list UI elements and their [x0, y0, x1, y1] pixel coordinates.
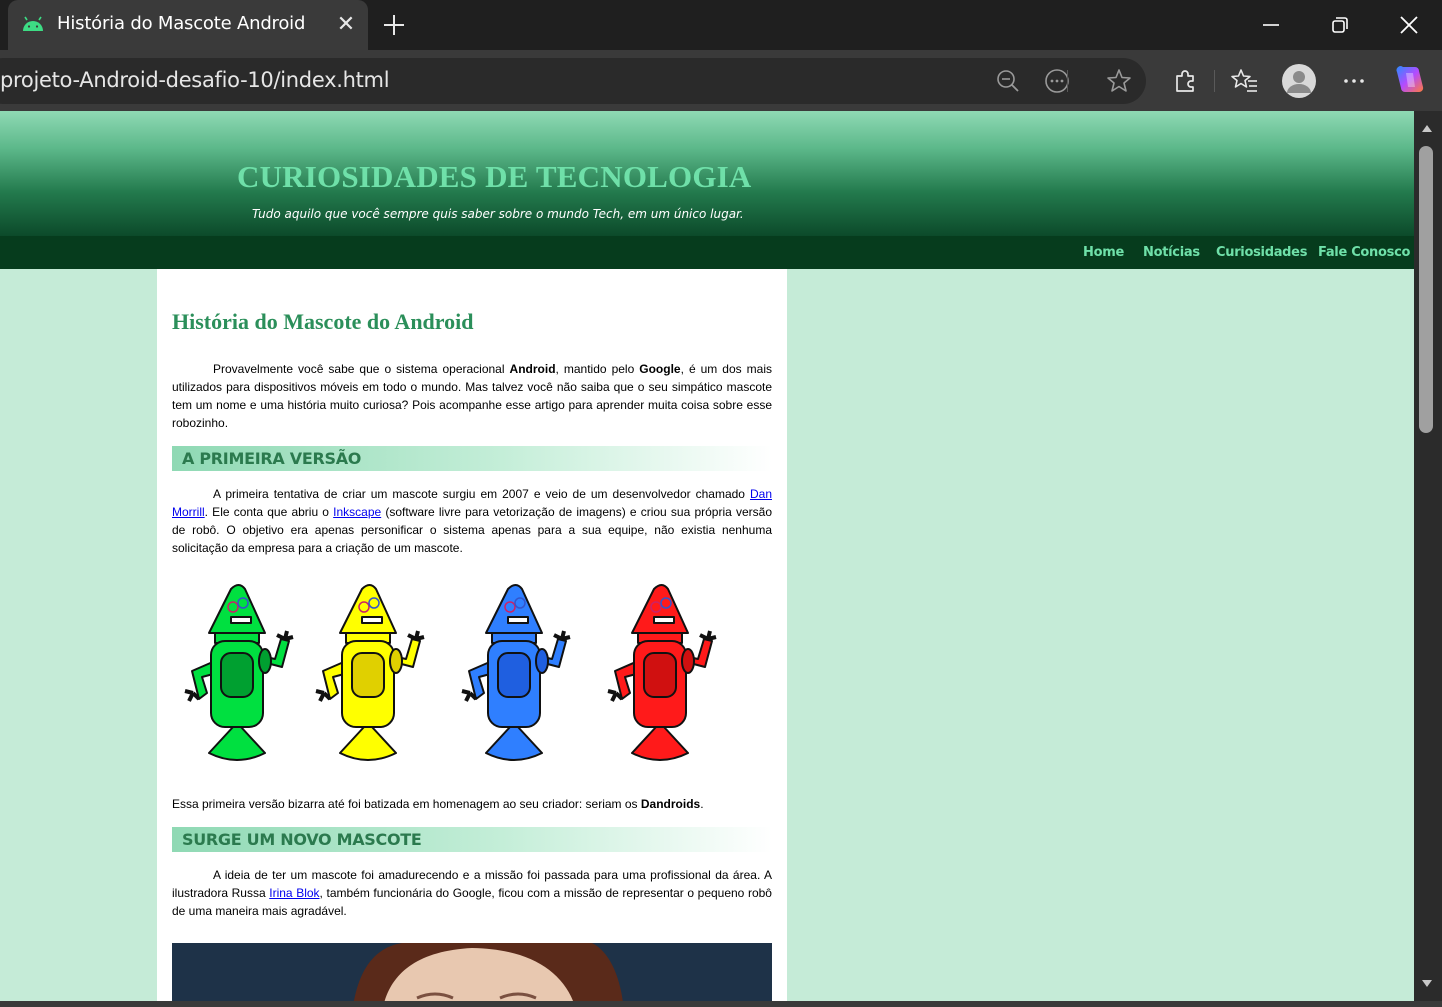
- dandroids-image: [184, 584, 717, 761]
- url-text[interactable]: projeto-Android-desafio-10/index.html: [0, 68, 390, 92]
- scroll-up-arrow-icon[interactable]: [1421, 123, 1433, 133]
- intro-bold-android: Android: [509, 362, 556, 376]
- intro-text: Provavelmente você sabe que o sistema op…: [213, 362, 510, 376]
- tab-title: História do Mascote Android: [57, 13, 306, 34]
- caption-text: Essa primeira versão bizarra até foi bat…: [172, 797, 641, 811]
- caption-bold-dandroids: Dandroids: [640, 797, 701, 811]
- nav-home[interactable]: Home: [1083, 245, 1124, 260]
- browser-toolbar: projeto-Android-desafio-10/index.html: [0, 50, 1442, 111]
- dandroid-robot: [315, 584, 425, 761]
- scrollbar-thumb[interactable]: [1419, 146, 1433, 433]
- section1-text: . Ele conta que abriu o: [204, 505, 334, 519]
- restore-icon[interactable]: [1325, 10, 1355, 40]
- new-tab-icon[interactable]: [379, 10, 409, 40]
- close-tab-icon[interactable]: ✕: [333, 12, 359, 38]
- dandroid-robot: [184, 584, 294, 761]
- profile-avatar-icon[interactable]: [1281, 63, 1317, 99]
- site-header: CURIOSIDADES DE TECNOLOGIA Tudo aquilo q…: [0, 111, 1414, 236]
- browser-titlebar: História do Mascote Android ✕: [0, 0, 1442, 50]
- page-viewport: CURIOSIDADES DE TECNOLOGIA Tudo aquilo q…: [0, 111, 1414, 1001]
- caption-text: .: [700, 797, 704, 811]
- copilot-icon[interactable]: [1393, 63, 1427, 97]
- minimize-icon[interactable]: [1256, 10, 1286, 40]
- link-inkscape[interactable]: Inkscape: [333, 505, 381, 519]
- nav-curiosidades[interactable]: Curiosidades: [1216, 245, 1307, 260]
- android-icon: [23, 16, 43, 31]
- page-scrollbar[interactable]: [1414, 111, 1442, 1001]
- extensions-icon[interactable]: [1170, 66, 1200, 96]
- settings-more-icon[interactable]: [1339, 66, 1369, 96]
- dandroid-robot: [607, 584, 717, 761]
- article-title: História do Mascote do Android: [172, 309, 474, 334]
- link-irina-blok[interactable]: Irina Blok: [269, 886, 319, 900]
- irina-blok-photo: [172, 943, 772, 1001]
- window-bottom-edge: [0, 1001, 1442, 1007]
- toolbar-separator: [1214, 70, 1215, 92]
- section1-paragraph: A primeira tentativa de criar um mascote…: [172, 485, 772, 557]
- favorites-list-icon[interactable]: [1230, 66, 1260, 96]
- intro-bold-google: Google: [639, 362, 681, 376]
- omnibox-separator: [1067, 70, 1068, 92]
- intro-text: , mantido pelo: [555, 362, 640, 376]
- section2-paragraph: A ideia de ter um mascote foi amadurecen…: [172, 866, 772, 920]
- intro-paragraph: Provavelmente você sabe que o sistema op…: [172, 360, 772, 432]
- dandroids-caption: Essa primeira versão bizarra até foi bat…: [172, 795, 772, 813]
- close-window-icon[interactable]: [1394, 10, 1424, 40]
- zoom-out-icon[interactable]: [994, 67, 1022, 95]
- site-nav: Home Notícias Curiosidades Fale Conosco: [0, 236, 1414, 269]
- section-heading-novo-mascote: SURGE UM NOVO MASCOTE: [172, 827, 772, 852]
- browser-tab[interactable]: História do Mascote Android ✕: [8, 0, 368, 50]
- favorite-star-icon[interactable]: [1105, 67, 1133, 95]
- site-title: CURIOSIDADES DE TECNOLOGIA: [237, 159, 752, 194]
- nav-fale-conosco[interactable]: Fale Conosco: [1318, 245, 1410, 260]
- dandroid-robot: [461, 584, 571, 761]
- site-subtitle: Tudo aquilo que você sempre quis saber s…: [252, 207, 744, 221]
- address-bar[interactable]: projeto-Android-desafio-10/index.html: [0, 58, 1146, 104]
- nav-noticias[interactable]: Notícias: [1143, 245, 1200, 260]
- scroll-down-arrow-icon[interactable]: [1421, 979, 1433, 989]
- article: História do Mascote do Android Provavelm…: [157, 269, 787, 1001]
- section1-text: A primeira tentativa de criar um mascote…: [213, 487, 750, 501]
- section-heading-primeira-versao: A PRIMEIRA VERSÃO: [172, 446, 772, 471]
